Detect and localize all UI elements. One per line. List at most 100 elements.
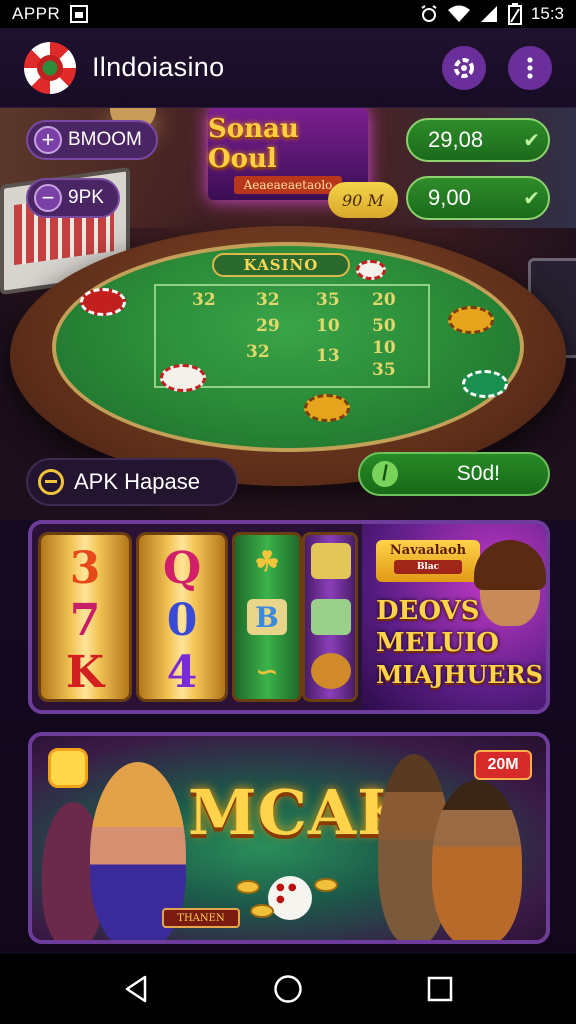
reel-symbol: 4 xyxy=(166,647,198,698)
hair-figure xyxy=(474,540,546,590)
felt-number: 32 xyxy=(256,290,280,310)
reel-symbol: ☘ xyxy=(254,544,280,578)
recents-button[interactable] xyxy=(415,964,465,1014)
white-chip xyxy=(160,364,206,392)
slash-icon: / xyxy=(372,461,398,487)
home-circle-icon xyxy=(274,975,302,1003)
wifi-icon xyxy=(447,5,470,22)
reel-symbol: Q xyxy=(162,543,202,594)
check-icon: ✔ xyxy=(523,129,540,152)
reel-symbol: K xyxy=(65,647,105,698)
white-chip xyxy=(356,260,386,280)
apk-button[interactable]: APK Hapase xyxy=(26,458,238,506)
app-title: Ilndoiasino xyxy=(92,52,225,82)
promo-line: DEOVS xyxy=(376,596,480,626)
yellow-tag-label: 90 M xyxy=(342,190,384,210)
app-screen: APPR 15:3 Ilndoiasino Sonau Ooul Aeaeaea… xyxy=(0,0,576,1024)
felt-number: 35 xyxy=(316,290,340,310)
yellow-tag: 90 M xyxy=(328,182,398,218)
app-logo-icon xyxy=(24,41,76,94)
bonus-badge: 20M xyxy=(474,750,532,780)
balance-value-2: 9,00 xyxy=(428,185,471,210)
home-button[interactable] xyxy=(263,964,313,1014)
green-chip xyxy=(462,370,508,398)
felt-number: 13 xyxy=(316,346,340,366)
neon-sign-title: Sonau Ooul xyxy=(208,114,299,174)
gear-icon xyxy=(311,653,351,689)
felt-number: 32 xyxy=(246,342,270,362)
coin-icon xyxy=(48,748,88,788)
image-notification-icon xyxy=(70,5,89,23)
gold-chip xyxy=(448,306,494,334)
reel-symbol: 7 xyxy=(69,595,101,646)
slot-reel-1: 3 7 K xyxy=(38,532,132,702)
bmoom-button[interactable]: + BMOOM xyxy=(26,120,158,160)
coin-decoration xyxy=(236,880,260,894)
felt-number: 32 xyxy=(192,290,216,310)
slot-reel-2: Q 0 4 xyxy=(136,532,228,702)
balance-pill-1[interactable]: 29,08 ✔ xyxy=(406,118,550,162)
dice-icon xyxy=(268,876,312,920)
more-vert-icon xyxy=(527,56,533,79)
9pk-button[interactable]: − 9PK xyxy=(26,178,120,218)
slot-reel-4 xyxy=(302,532,358,702)
battery-icon xyxy=(507,3,522,25)
status-app-label: APPR xyxy=(12,4,61,23)
signal-icon xyxy=(480,6,497,22)
app-header: Ilndoiasino xyxy=(0,28,576,108)
bonus-play-button[interactable]: THANEN xyxy=(162,908,240,928)
back-button[interactable] xyxy=(111,964,161,1014)
status-icons: 15:3 xyxy=(419,3,564,25)
minus-circle-icon xyxy=(38,469,64,495)
more-menu-button[interactable] xyxy=(508,45,552,90)
felt-number: 20 xyxy=(372,290,396,310)
bonus-play-label: THANEN xyxy=(177,912,225,924)
9pk-label: 9PK xyxy=(68,187,104,208)
bmoom-label: BMOOM xyxy=(68,129,142,150)
felt-number: 50 xyxy=(372,316,396,336)
promo-banner-title: Navaalaoh xyxy=(389,543,467,558)
slot-reel-3: ☘ B ∽ xyxy=(232,532,302,702)
alarm-icon xyxy=(421,5,437,22)
slot-game-card[interactable]: 3 7 K Q 0 4 ☘ B ∽ Navaalaoh Blac DEOVS M… xyxy=(28,520,550,714)
red-chip xyxy=(80,288,126,316)
check-icon: ✔ xyxy=(523,187,540,210)
reel-symbol: 3 xyxy=(69,543,101,594)
green-action-button[interactable]: / S0d! xyxy=(358,452,550,496)
balance-value-1: 29,08 xyxy=(428,127,484,152)
treasure-icon xyxy=(311,543,351,579)
bonus-badge-label: 20M xyxy=(487,756,519,773)
green-action-label: S0d! xyxy=(456,462,500,485)
minus-icon: − xyxy=(34,184,62,212)
felt-label: KASINO xyxy=(212,253,350,277)
promo-panel: Navaalaoh Blac DEOVS MELUIO MIAJHUERS xyxy=(362,524,546,710)
balance-pill-2[interactable]: 9,00 ✔ xyxy=(406,176,550,220)
status-bar: APPR 15:3 xyxy=(0,0,576,28)
coin-decoration xyxy=(250,904,274,918)
reel-symbol: ∽ xyxy=(255,654,279,688)
recents-square-icon xyxy=(427,976,453,1002)
promo-banner: Navaalaoh Blac xyxy=(376,540,480,582)
status-time: 15:3 xyxy=(530,4,564,23)
back-triangle-icon xyxy=(125,975,147,1003)
felt-number: 10 xyxy=(316,316,340,336)
gold-chip xyxy=(304,394,350,422)
felt-number: 10 xyxy=(372,338,396,358)
plus-icon: + xyxy=(34,126,62,154)
man-figure xyxy=(432,780,522,940)
neon-sign-subtitle: Aeaeaeaetaolo xyxy=(233,176,343,194)
settings-button[interactable] xyxy=(442,45,486,90)
promo-banner-sub: Blac xyxy=(394,560,462,574)
promo-line: MIAJHUERS xyxy=(376,660,543,689)
coin-decoration xyxy=(314,878,338,892)
felt-number: 35 xyxy=(372,360,396,380)
cash-icon xyxy=(311,599,351,635)
reel-symbol: B xyxy=(247,599,287,635)
bonus-game-card[interactable]: MCAK 20M THANEN xyxy=(28,732,550,944)
system-nav-bar xyxy=(0,954,576,1024)
felt-number: 29 xyxy=(256,316,280,336)
apk-label: APK Hapase xyxy=(74,469,200,494)
reel-symbol: 0 xyxy=(166,595,198,646)
promo-line: MELUIO xyxy=(376,628,499,658)
settings-icon xyxy=(454,57,474,78)
